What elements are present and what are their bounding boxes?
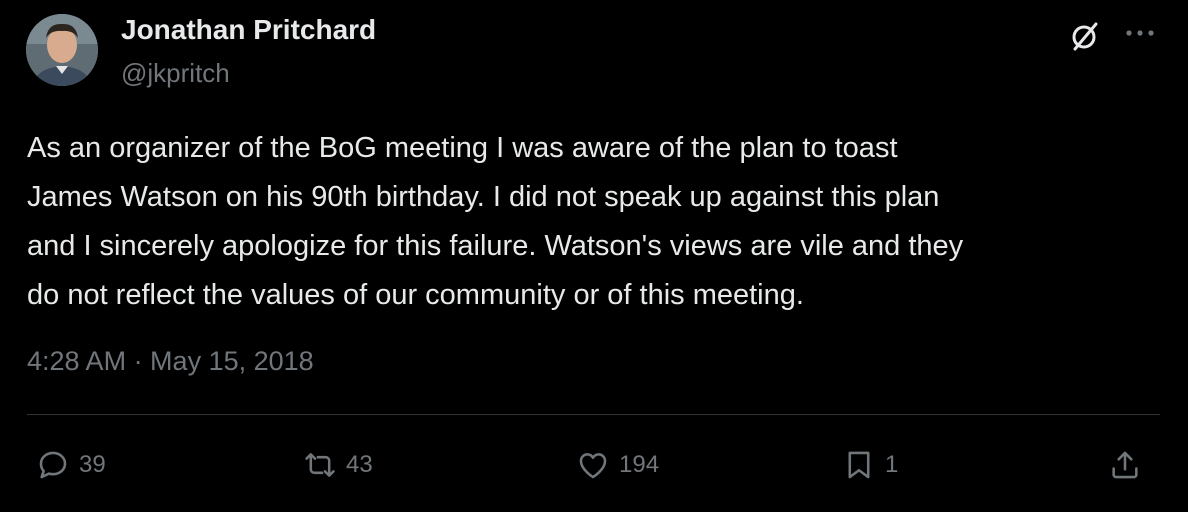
bookmark-icon	[848, 451, 870, 479]
repost-count: 43	[346, 451, 373, 478]
like-button[interactable]: 194	[576, 444, 659, 486]
repost-icon	[305, 453, 335, 477]
bookmark-button[interactable]: 1	[842, 444, 898, 486]
tweet-timestamp[interactable]: 4:28 AM · May 15, 2018	[27, 346, 314, 377]
reply-count: 39	[79, 451, 106, 478]
share-button[interactable]	[1108, 444, 1142, 486]
avatar[interactable]	[26, 14, 98, 86]
repost-button[interactable]: 43	[303, 444, 373, 486]
grok-icon[interactable]	[1067, 18, 1103, 54]
like-count: 194	[619, 451, 660, 478]
more-icon[interactable]	[1120, 18, 1160, 48]
author-handle[interactable]: @jkpritch	[121, 58, 230, 89]
reply-icon	[39, 451, 67, 479]
author-name[interactable]: Jonathan Pritchard	[121, 14, 376, 46]
reply-button[interactable]: 39	[36, 444, 106, 486]
bookmark-count: 1	[885, 451, 899, 478]
divider	[27, 414, 1160, 415]
like-icon	[579, 453, 607, 479]
share-icon	[1112, 451, 1138, 479]
tweet-text: As an organizer of the BoG meeting I was…	[27, 132, 964, 311]
